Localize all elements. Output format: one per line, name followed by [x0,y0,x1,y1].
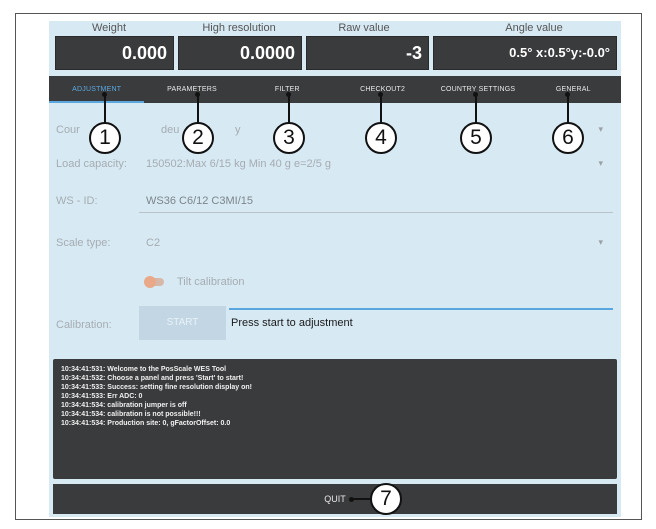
chevron-down-icon[interactable]: ▾ [598,158,603,169]
scale-type-value: C2 [146,237,161,249]
angle-value-readout: 0.5° x:0.5°y:-0.0° [433,36,617,70]
log-line: 10:34:41:534: calibration jumper is off [61,402,187,409]
callout-2: 2 [182,122,214,154]
tab-bar: ADJUSTMENT PARAMETERS FILTER CHECKOUT2 C… [49,76,621,103]
callout-dot [286,92,291,97]
callout-6: 6 [552,122,584,154]
callout-1: 1 [89,122,121,154]
angle-value-label: Angle value [505,22,563,34]
scale-type-label: Scale type: [56,237,111,249]
tab-country-settings[interactable]: COUNTRY SETTINGS [430,76,525,103]
callout-dot [102,92,107,97]
tab-parameters[interactable]: PARAMETERS [144,76,239,103]
calibration-message: Press start to adjustment [231,317,353,329]
log-line: 10:34:41:533: Err ADC: 0 [61,393,143,400]
country-value-tail: y [235,124,241,136]
tilt-calibration-toggle[interactable] [144,276,164,288]
high-resolution-label: High resolution [202,22,276,34]
raw-value-label: Raw value [338,22,390,34]
raw-value-readout: -3 [306,36,429,70]
readout-labels: Weight High resolution Raw value Angle v… [49,21,621,35]
high-resolution-readout: 0.0000 [178,36,302,70]
chevron-down-icon[interactable]: ▾ [598,237,603,248]
toggle-knob [144,276,156,288]
wes-tool-window: Weight High resolution Raw value Angle v… [49,21,621,517]
country-label: Cour [56,124,80,136]
calibration-progress-line [229,308,613,310]
tab-general[interactable]: GENERAL [526,76,621,103]
callout-5: 5 [460,122,492,154]
quit-button[interactable]: QUIT [53,484,617,514]
log-line: 10:34:41:534: calibration is not possibl… [61,411,201,418]
callout-leader [351,498,371,500]
load-capacity-label: Load capacity: [56,158,127,170]
country-value: deu [161,124,180,136]
callout-dot [378,92,383,97]
log-console: 10:34:41:531: Welcome to the PosScale WE… [53,359,617,479]
chevron-down-icon[interactable]: ▾ [598,124,603,135]
load-capacity-row[interactable]: Load capacity: 150502:Max 6/15 kg Min 40… [49,154,621,176]
callout-7: 7 [370,483,402,515]
tab-checkout2[interactable]: CHECKOUT2 [335,76,430,103]
ws-id-field[interactable]: WS36 C6/12 C3MI/15 [146,195,253,207]
ws-id-underline [139,212,613,213]
scale-type-row[interactable]: Scale type: C2 ▾ [49,233,621,255]
log-line: 10:34:41:532: Choose a panel and press '… [61,375,244,382]
log-line: 10:34:41:533: Success: setting fine reso… [61,384,252,391]
weight-readout: 0.000 [55,36,174,70]
log-line: 10:34:41:534: Production site: 0, gFacto… [61,420,231,427]
quit-label: QUIT [324,494,346,504]
ws-id-label: WS - ID: [56,195,98,207]
country-row[interactable]: Cour deu y ▾ [49,120,621,142]
ws-id-row[interactable]: WS - ID: WS36 C6/12 C3MI/15 [49,191,621,213]
start-button[interactable]: START [139,306,226,340]
tilt-calibration-label: Tilt calibration [177,276,245,288]
callout-dot [195,92,200,97]
calibration-label: Calibration: [56,319,112,331]
log-line: 10:34:41:531: Welcome to the PosScale WE… [61,366,227,373]
load-capacity-value: 150502:Max 6/15 kg Min 40 g e=2/5 g [146,158,331,170]
tab-adjustment[interactable]: ADJUSTMENT [49,76,145,103]
weight-label: Weight [91,22,127,34]
callout-4: 4 [365,122,397,154]
callout-3: 3 [273,122,305,154]
callout-dot [473,92,478,97]
callout-dot [565,92,570,97]
